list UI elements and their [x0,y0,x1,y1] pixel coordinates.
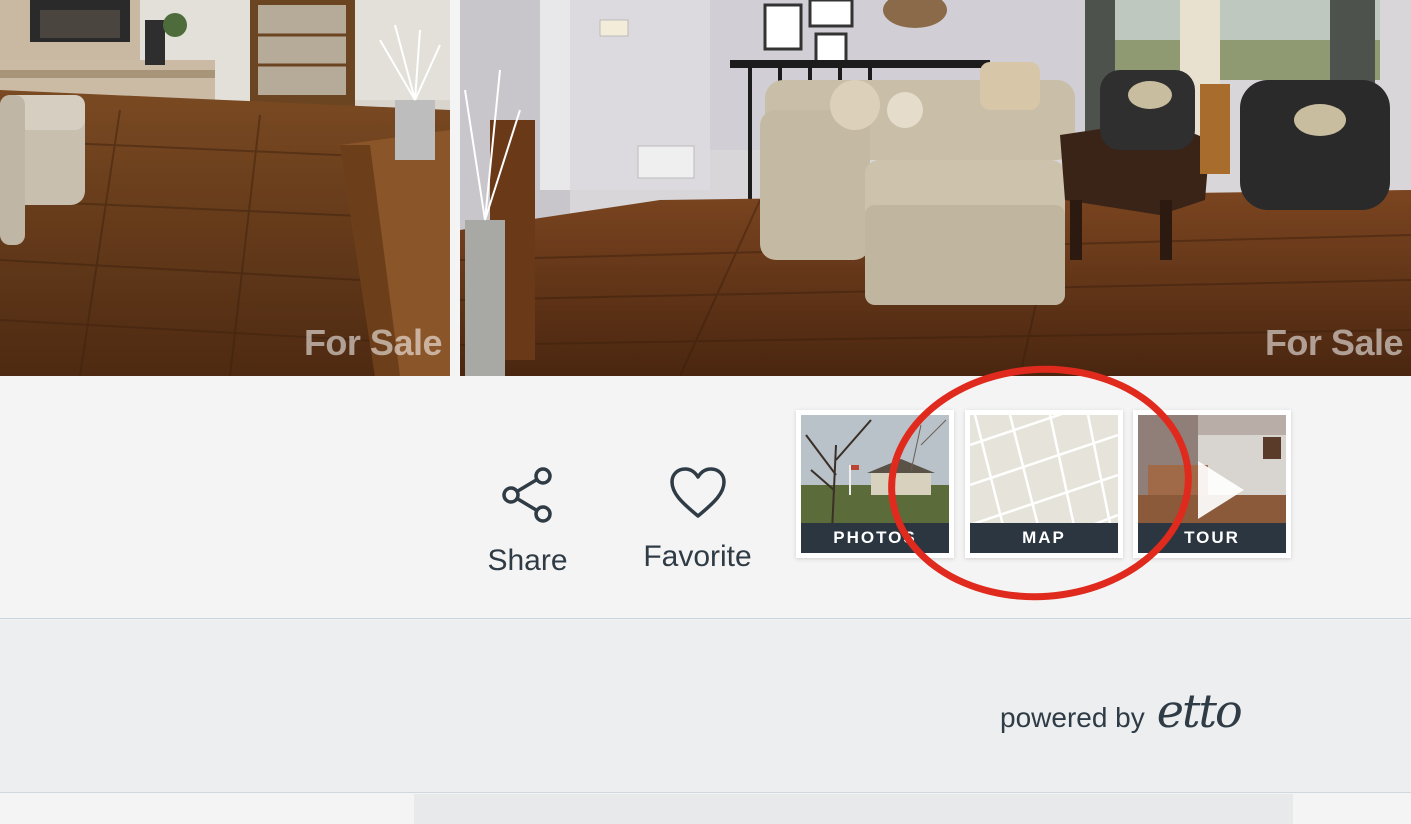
tab-photos[interactable]: PHOTOS [796,410,954,558]
listing-action-bar: Share Favorite PHOTOS MAP TOUR [0,355,1411,619]
photo-gallery: For Sale For Sale [0,0,1411,376]
gallery-photo-living-room[interactable]: For Sale [460,0,1411,376]
footer: powered by etto [0,620,1411,793]
tab-tour-label: TOUR [1138,523,1286,553]
powered-by-text: powered by [1000,702,1145,733]
heart-icon [669,467,726,518]
gallery-photo-fireplace-room[interactable]: For Sale [0,0,450,376]
favorite-label: Favorite [643,540,752,573]
watermark-text: For Sale [1264,322,1404,363]
share-label: Share [487,544,568,577]
tab-photos-label: PHOTOS [801,523,949,553]
etto-logo: etto [1156,684,1243,738]
tab-map[interactable]: MAP [965,410,1123,558]
tab-map-label: MAP [970,523,1118,553]
bottom-strip [0,794,1411,824]
tour-thumbnail: TOUR [1138,415,1286,553]
living-room-image [460,0,1411,376]
map-thumbnail: MAP [970,415,1118,553]
watermark-text: For Sale [303,322,443,363]
photos-thumbnail: PHOTOS [801,415,949,553]
powered-by-badge[interactable]: powered by etto [1000,684,1243,738]
tab-tour[interactable]: TOUR [1133,410,1291,558]
share-button[interactable]: Share [470,466,585,578]
share-icon [501,467,552,523]
favorite-button[interactable]: Favorite [630,466,765,574]
bottom-panel [414,794,1293,824]
fireplace-room-image [0,0,450,376]
